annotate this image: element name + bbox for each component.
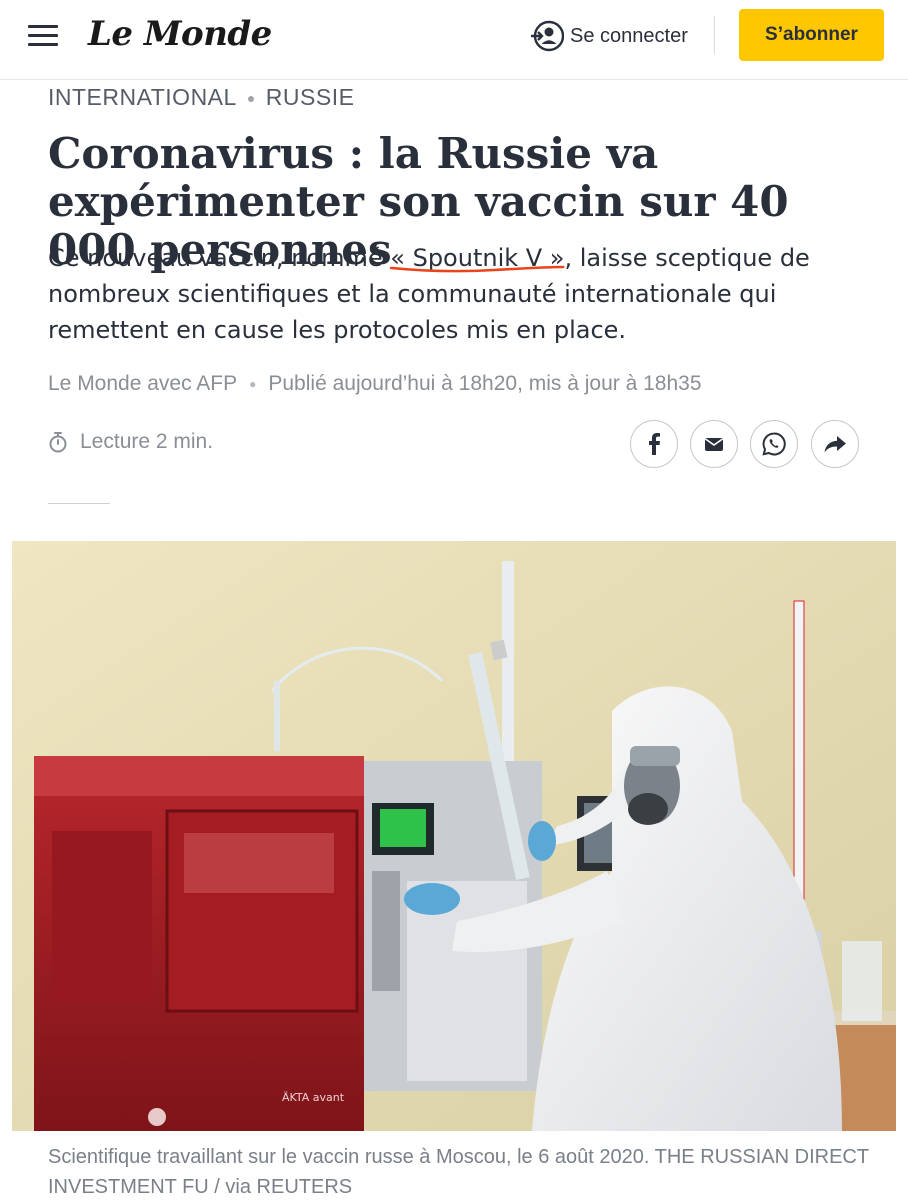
article-author: Le Monde avec AFP xyxy=(48,372,238,395)
facebook-icon xyxy=(649,433,660,455)
article-photo: ÄKTA avant xyxy=(12,541,896,1131)
article-lead: Ce nouveau vaccin, nommé « Spoutnik V »,… xyxy=(48,240,878,348)
article-meta: Le Monde avec AFP ● Publié aujourd’hui à… xyxy=(48,372,702,396)
breadcrumb-subsection[interactable]: RUSSIE xyxy=(266,84,355,111)
meta-separator: ● xyxy=(249,377,257,391)
breadcrumb-separator: ● xyxy=(246,89,256,106)
lab-photo-illustration: ÄKTA avant xyxy=(12,541,896,1131)
breadcrumb: INTERNATIONAL ● RUSSIE xyxy=(48,84,354,111)
share-more-button[interactable] xyxy=(811,420,859,468)
photo-caption: Scientifique travaillant sur le vaccin r… xyxy=(48,1146,869,1198)
breadcrumb-section[interactable]: INTERNATIONAL xyxy=(48,84,237,111)
lead-text-start: Ce nouveau vaccin, nommé xyxy=(48,244,391,272)
share-email-button[interactable] xyxy=(690,420,738,468)
mail-icon xyxy=(705,438,723,451)
lead-highlight: « Spoutnik V » xyxy=(390,244,565,273)
login-label: Se connecter xyxy=(570,24,688,47)
user-icon xyxy=(531,20,564,52)
subscribe-button[interactable]: S’abonner xyxy=(739,9,884,61)
share-icon xyxy=(824,436,846,453)
machine-label: ÄKTA avant xyxy=(282,1091,345,1104)
share-whatsapp-button[interactable] xyxy=(750,420,798,468)
login-button[interactable]: Se connecter xyxy=(530,18,688,54)
stopwatch-icon xyxy=(49,432,67,453)
reading-time: Lecture 2 min. xyxy=(48,430,213,454)
site-logo[interactable]: Le Monde xyxy=(88,14,272,54)
share-facebook-button[interactable] xyxy=(630,420,678,468)
handwritten-underline xyxy=(390,265,565,273)
reading-time-label: Lecture 2 min. xyxy=(80,430,214,453)
header-divider xyxy=(714,16,715,54)
menu-icon[interactable] xyxy=(28,25,58,47)
whatsapp-icon xyxy=(762,432,786,456)
article-date: Publié aujourd’hui à 18h20, mis à jour à… xyxy=(268,372,702,395)
divider xyxy=(48,503,110,504)
site-header: Le Monde Se connecter S’abonner xyxy=(0,0,908,80)
